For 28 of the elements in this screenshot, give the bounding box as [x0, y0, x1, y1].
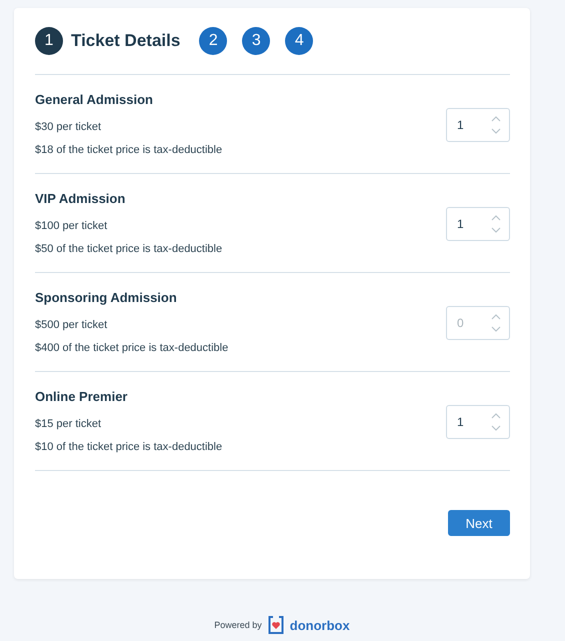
ticket-price: $30 per ticket — [35, 121, 102, 133]
next-button[interactable]: Next — [448, 510, 510, 536]
ticket-price: $15 per ticket — [35, 418, 102, 430]
ticket-name: VIP Admission — [35, 191, 126, 206]
step-number[interactable]: 3 — [242, 27, 270, 55]
heart-box-logo-icon — [268, 616, 284, 634]
step-number[interactable]: 2 — [199, 27, 228, 55]
tax-deductible-note: $400 of the ticket price is tax-deductible — [35, 342, 228, 354]
stepper-arrows-icon — [491, 411, 501, 433]
ticket-price: $500 per ticket — [35, 319, 108, 331]
ticket-price: $100 per ticket — [35, 220, 108, 232]
brand-name[interactable]: donorbox — [290, 618, 350, 632]
step-title: Ticket Details — [71, 31, 180, 51]
stepper-arrows-icon — [491, 213, 501, 235]
ticket-name: Sponsoring Admission — [35, 290, 178, 305]
powered-by-text: Powered by — [214, 620, 262, 630]
ticket-name: Online Premier — [35, 389, 128, 404]
quantity-field[interactable]: 1 — [446, 405, 510, 439]
quantity-field[interactable]: 1 — [446, 207, 510, 241]
ticket-name: General Admission — [35, 92, 154, 107]
step-number[interactable]: 1 — [35, 27, 63, 55]
tax-deductible-note: $50 of the ticket price is tax-deductible — [35, 243, 222, 255]
step-number[interactable]: 4 — [285, 27, 314, 55]
quantity-field[interactable]: 1 — [446, 108, 510, 142]
stepper-arrows-icon — [491, 114, 501, 136]
stepper-arrows-icon — [491, 312, 501, 334]
tax-deductible-note: $18 of the ticket price is tax-deductible — [35, 144, 222, 156]
tax-deductible-note: $10 of the ticket price is tax-deductible — [35, 441, 222, 453]
